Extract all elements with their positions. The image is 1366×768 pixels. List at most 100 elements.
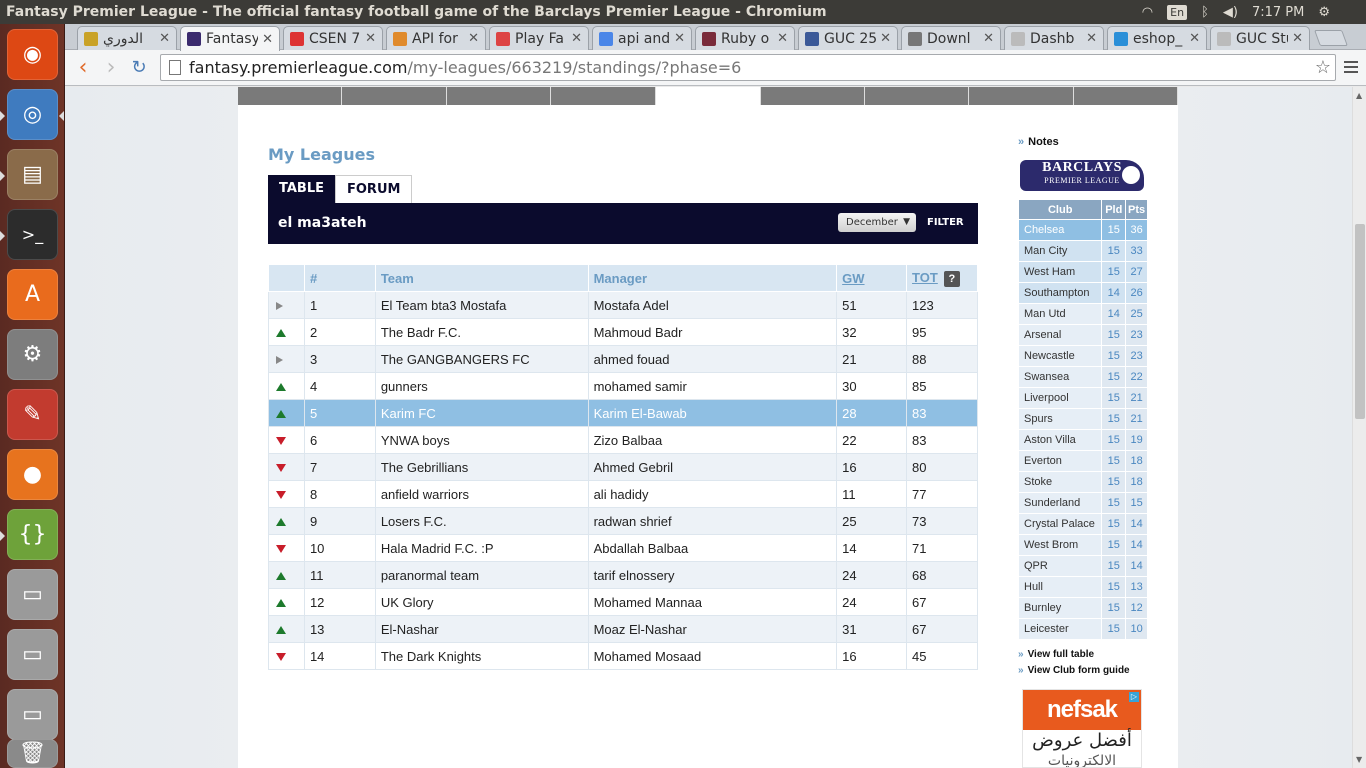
close-tab-icon[interactable]: ✕	[1086, 31, 1097, 46]
scroll-up-icon[interactable]: ▲	[1356, 91, 1362, 100]
gear-icon[interactable]: ⚙	[1318, 5, 1330, 20]
team-name-link[interactable]: anfield warriors	[374, 480, 589, 508]
notes-link[interactable]: » Notes	[1018, 136, 1059, 148]
disk-drive-icon[interactable]: ▭	[7, 629, 58, 680]
table-row[interactable]: 3 The GANGBANGERS FC ahmed fouad 21 88	[268, 345, 978, 373]
close-tab-icon[interactable]: ✕	[880, 31, 891, 46]
team-name-link[interactable]: paranormal team	[374, 561, 589, 589]
ad-info-icon[interactable]: ▷	[1129, 692, 1139, 702]
clock[interactable]: 7:17 PM	[1252, 5, 1304, 20]
nav-tab[interactable]	[1074, 87, 1178, 105]
table-row[interactable]: 6 YNWA boys Zizo Balbaa 22 83	[268, 426, 978, 454]
browser-tab[interactable]: GUC Stu ✕	[1210, 26, 1310, 50]
page-scrollbar[interactable]: ▲ ▼	[1352, 87, 1366, 768]
browser-tab[interactable]: GUC 25 ✕	[798, 26, 898, 50]
nav-tab[interactable]	[447, 87, 551, 105]
close-tab-icon[interactable]: ✕	[365, 31, 376, 46]
table-row[interactable]: 11 paranormal team tarif elnossery 24 68	[268, 561, 978, 589]
volume-icon[interactable]: ◀)	[1223, 5, 1238, 20]
table-row[interactable]: 7 The Gebrillians Ahmed Gebril 16 80	[268, 453, 978, 481]
brackets-icon[interactable]: {}	[7, 509, 58, 560]
scrollbar-thumb[interactable]	[1355, 224, 1365, 419]
browser-tab[interactable]: API for ✕	[386, 26, 486, 50]
wifi-icon[interactable]: ◠	[1142, 5, 1153, 20]
team-name-link[interactable]: The Dark Knights	[374, 642, 589, 670]
table-row[interactable]: 10 Hala Madrid F.C. :P Abdallah Balbaa 14 71	[268, 534, 978, 562]
team-name-link[interactable]: El-Nashar	[374, 615, 589, 643]
nav-tab[interactable]	[551, 87, 656, 105]
nav-tab[interactable]	[238, 87, 342, 105]
close-tab-icon[interactable]: ✕	[983, 31, 994, 46]
close-tab-icon[interactable]: ✕	[1292, 31, 1303, 46]
browser-tab[interactable]: الدوري ✕	[77, 26, 177, 50]
system-settings-icon[interactable]: ⚙	[7, 329, 58, 380]
new-tab-button[interactable]	[1314, 30, 1348, 46]
disk-drive-icon[interactable]: ▭	[7, 689, 58, 740]
team-name-link[interactable]: Hala Madrid F.C. :P	[374, 534, 589, 562]
terminal-icon[interactable]: >_	[7, 209, 58, 260]
tab-forum[interactable]: FORUM	[335, 175, 413, 203]
browser-tab[interactable]: Play Fa ✕	[489, 26, 589, 50]
team-name-link[interactable]: El Team bta3 Mostafa	[374, 291, 589, 319]
close-tab-icon[interactable]: ✕	[777, 31, 788, 46]
browser-tab[interactable]: Downl ✕	[901, 26, 1001, 50]
nav-tab[interactable]	[865, 87, 969, 105]
firefox-icon[interactable]: ●	[7, 449, 58, 500]
nav-tab[interactable]	[969, 87, 1074, 105]
team-name-link[interactable]: YNWA boys	[374, 426, 589, 454]
table-row[interactable]: 1 El Team bta3 Mostafa Mostafa Adel 51 123	[268, 291, 978, 319]
table-row[interactable]: 9 Losers F.C. radwan shrief 25 73	[268, 507, 978, 535]
tab-table[interactable]: TABLE	[268, 175, 335, 203]
close-tab-icon[interactable]: ✕	[571, 31, 582, 46]
address-bar[interactable]: fantasy.premierleague.com/my-leagues/663…	[160, 54, 1336, 81]
view-form-guide-link[interactable]: » View Club form guide	[1018, 665, 1130, 676]
document-viewer-icon[interactable]: ✎	[7, 389, 58, 440]
nav-tab[interactable]	[342, 87, 447, 105]
software-center-icon[interactable]: A	[7, 269, 58, 320]
chromium-icon[interactable]: ◎	[7, 89, 58, 140]
close-tab-icon[interactable]: ✕	[159, 31, 170, 46]
team-name-link[interactable]: The GANGBANGERS FC	[374, 345, 589, 373]
table-row[interactable]: 8 anfield warriors ali hadidy 11 77	[268, 480, 978, 508]
browser-tab[interactable]: Dashb ✕	[1004, 26, 1104, 50]
table-row[interactable]: 2 The Badr F.C. Mahmoud Badr 32 95	[268, 318, 978, 346]
team-name-link[interactable]: UK Glory	[374, 588, 589, 616]
team-name-link[interactable]: The Badr F.C.	[374, 318, 589, 346]
table-row[interactable]: 13 El-Nashar Moaz El-Nashar 31 67	[268, 615, 978, 643]
nav-tab[interactable]	[761, 87, 865, 105]
team-name-link[interactable]: gunners	[374, 372, 589, 400]
browser-tab[interactable]: Ruby o ✕	[695, 26, 795, 50]
advertisement[interactable]: ▷ nefsak أفضل عروض الالكترونيات	[1022, 689, 1142, 768]
manager-header[interactable]: Manager	[587, 264, 838, 292]
close-tab-icon[interactable]: ✕	[1189, 31, 1200, 46]
filter-button[interactable]: FILTER	[927, 217, 964, 228]
rank-header[interactable]: #	[303, 264, 376, 292]
close-tab-icon[interactable]: ✕	[674, 31, 685, 46]
bookmark-star-icon[interactable]: ☆	[1315, 57, 1331, 78]
trash-icon[interactable]: 🗑	[7, 739, 58, 768]
team-name-link[interactable]: Karim FC	[374, 399, 589, 427]
keyboard-layout-indicator[interactable]: En	[1167, 4, 1188, 20]
reload-icon[interactable]: ↻	[127, 56, 151, 80]
team-name-link[interactable]: Losers F.C.	[374, 507, 589, 535]
table-row[interactable]: 5 Karim FC Karim El-Bawab 28 83	[268, 399, 978, 427]
close-tab-icon[interactable]: ✕	[262, 32, 273, 47]
phase-select[interactable]: December ▼	[838, 213, 916, 232]
team-header[interactable]: Team	[374, 264, 589, 292]
browser-tab[interactable]: CSEN 7 ✕	[283, 26, 383, 50]
browser-menu-icon[interactable]	[1344, 58, 1358, 78]
view-full-table-link[interactable]: » View full table	[1018, 649, 1094, 660]
table-row[interactable]: 12 UK Glory Mohamed Mannaa 24 67	[268, 588, 978, 616]
gw-header[interactable]: GW	[836, 264, 908, 292]
table-row[interactable]: 14 The Dark Knights Mohamed Mosaad 16 45	[268, 642, 978, 670]
files-icon[interactable]: ▤	[7, 149, 58, 200]
forward-arrow-icon[interactable]: ›	[99, 56, 123, 80]
browser-tab-active[interactable]: Fantasy ✕	[180, 26, 280, 51]
back-arrow-icon[interactable]: ‹	[71, 56, 95, 80]
browser-tab[interactable]: eshop_ ✕	[1107, 26, 1207, 50]
disk-drive-icon[interactable]: ▭	[7, 569, 58, 620]
help-icon[interactable]: ?	[943, 270, 960, 287]
ubuntu-dash-icon[interactable]: ◉	[7, 29, 58, 80]
browser-tab[interactable]: api and ✕	[592, 26, 692, 50]
scroll-down-icon[interactable]: ▼	[1356, 755, 1362, 764]
